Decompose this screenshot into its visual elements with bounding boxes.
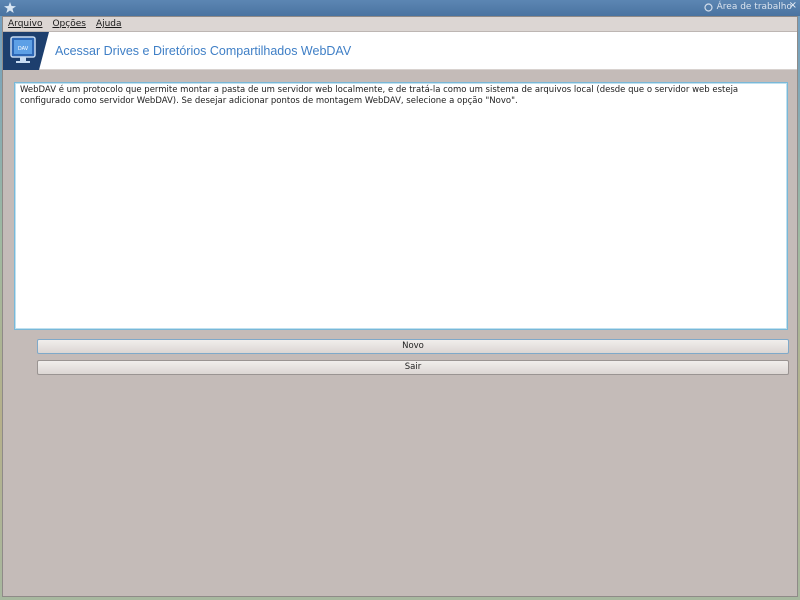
menu-arquivo[interactable]: Arquivo (8, 19, 42, 29)
mandriva-star-icon (4, 2, 16, 13)
menu-arquivo-label: Arquivo (8, 19, 43, 29)
webdav-monitor-icon: DAV (3, 32, 49, 70)
menu-ajuda-label: Ajuda (95, 19, 122, 29)
menu-ajuda[interactable]: Ajuda (96, 19, 122, 29)
description-text-area[interactable]: WebDAV é um protocolo que permite montar… (14, 82, 788, 330)
workspace-label: Área de trabalho (716, 2, 792, 12)
app-window: Arquivo Opções Ajuda DAV Acessar Drives … (2, 16, 798, 597)
novo-button[interactable]: Novo (37, 339, 789, 354)
page-title: Acessar Drives e Diretórios Compartilhad… (55, 44, 352, 58)
window-titlebar[interactable]: Área de trabalho × (0, 0, 800, 16)
menu-opcoes-label: Opções (52, 19, 86, 29)
workspace-indicator: Área de trabalho (704, 2, 792, 12)
menubar: Arquivo Opções Ajuda (3, 17, 797, 32)
header-banner: DAV Acessar Drives e Diretórios Comparti… (3, 32, 797, 70)
close-icon[interactable]: × (789, 0, 797, 11)
workspace-icon (704, 2, 713, 12)
sair-button[interactable]: Sair (37, 360, 789, 375)
webdav-icon-text: DAV (18, 46, 29, 52)
menu-opcoes[interactable]: Opções (52, 19, 85, 29)
